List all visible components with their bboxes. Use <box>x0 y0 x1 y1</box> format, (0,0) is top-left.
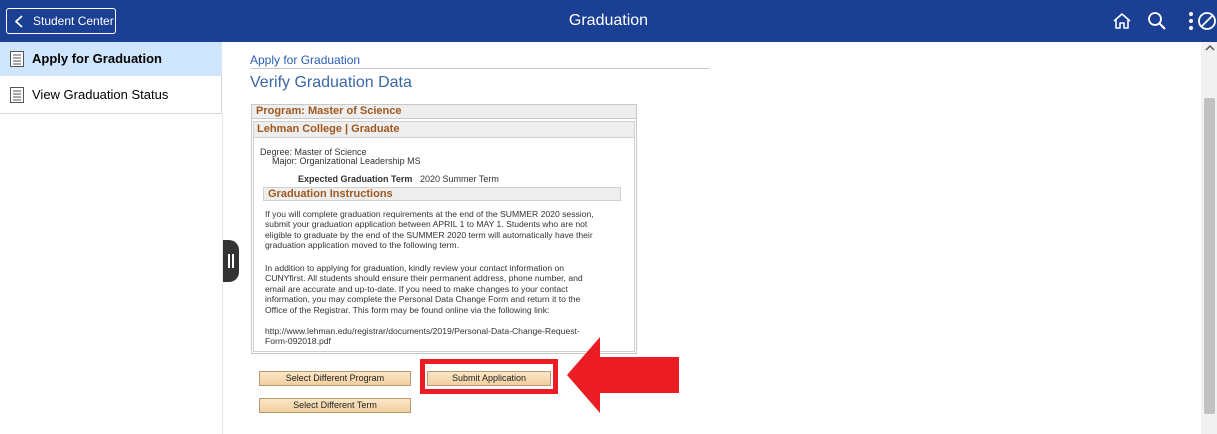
instruction-line: Office of the Registrar. This form may b… <box>265 304 550 315</box>
instruction-line: http://www.lehman.edu/registrar/document… <box>265 326 580 336</box>
annotation-highlight-box <box>420 359 558 394</box>
sidebar-item-label: View Graduation Status <box>32 87 169 102</box>
back-button-label: Student Center <box>33 14 114 28</box>
instruction-line: submit your graduation application betwe… <box>265 219 588 230</box>
document-icon <box>10 87 24 103</box>
expected-term-label: Expected Graduation Term <box>298 174 413 184</box>
sidebar-item-apply-for-graduation[interactable]: Apply for Graduation <box>0 42 222 76</box>
search-icon[interactable] <box>1146 10 1168 32</box>
instruction-line: graduation application moved to the foll… <box>265 240 459 251</box>
instruction-line: If you will complete graduation requirem… <box>265 209 594 219</box>
scrollbar-thumb[interactable] <box>1204 98 1215 414</box>
breadcrumb-divider <box>250 68 710 69</box>
expected-term-value: 2020 Summer Term <box>420 174 499 184</box>
sidebar-item-label: Apply for Graduation <box>32 51 162 66</box>
select-different-term-button[interactable]: Select Different Term <box>259 398 411 413</box>
college-header: Lehman College | Graduate <box>254 122 634 138</box>
instruction-line: Form-092018.pdf <box>265 336 331 347</box>
instruction-line: email are accurate and up-to-date. If yo… <box>265 283 568 294</box>
program-header: Program: Master of Science <box>252 105 636 119</box>
annotation-arrow <box>567 337 679 413</box>
registrar-form-link[interactable]: http://www.lehman.edu/registrar/document… <box>265 326 615 347</box>
instruction-line: eligible to graduate by the end of the S… <box>265 229 593 240</box>
section-title: Verify Graduation Data <box>250 74 412 91</box>
instructions-paragraph-2: In addition to applying for graduation, … <box>265 263 615 315</box>
instruction-line: In addition to applying for graduation, … <box>265 263 565 273</box>
cancel-icon[interactable] <box>1196 10 1217 32</box>
home-icon[interactable] <box>1111 10 1133 32</box>
sidebar-collapse-handle[interactable] <box>223 240 239 282</box>
instructions-header: Graduation Instructions <box>263 187 621 201</box>
sidebar-item-view-graduation-status[interactable]: View Graduation Status <box>0 78 222 112</box>
major-text: Major: Organizational Leadership MS <box>272 156 421 166</box>
sidebar: Apply for Graduation View Graduation Sta… <box>0 42 222 114</box>
chevron-left-icon <box>15 15 23 28</box>
instructions-paragraph-1: If you will complete graduation requirem… <box>265 209 615 251</box>
document-icon <box>10 51 24 67</box>
top-banner <box>0 0 1217 42</box>
instruction-line: information, you may complete the Person… <box>265 294 581 305</box>
scroll-up-icon[interactable] <box>1205 44 1215 52</box>
breadcrumb[interactable]: Apply for Graduation <box>250 53 360 67</box>
instruction-line: CUNYfirst. All students should ensure th… <box>265 273 583 284</box>
select-different-program-button[interactable]: Select Different Program <box>259 371 411 386</box>
back-to-student-center-button[interactable]: Student Center <box>6 8 116 34</box>
